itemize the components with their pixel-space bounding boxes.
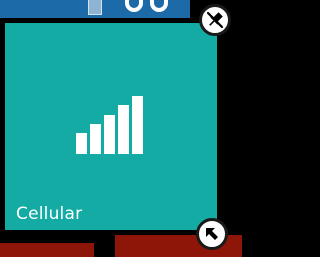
signal-bar: [76, 133, 87, 154]
resize-button[interactable]: [196, 218, 228, 250]
tile-cellular[interactable]: Cellular: [5, 23, 217, 230]
signal-bar: [90, 124, 101, 154]
partial-tile-bottom-left[interactable]: [0, 243, 94, 257]
signal-bar: [118, 105, 129, 154]
partial-tile-top-glyph: [88, 0, 102, 15]
partial-tile-top[interactable]: [0, 0, 190, 18]
signal-bar: [132, 96, 143, 154]
signal-bar: [104, 115, 115, 154]
unpin-button[interactable]: [199, 4, 231, 36]
partial-tile-top-digit: [150, 0, 168, 12]
resize-arrow-icon: [206, 228, 218, 240]
partial-tile-top-digit: [125, 0, 143, 12]
cellular-signal-icon: [76, 94, 146, 154]
tile-cellular-label: Cellular: [16, 204, 83, 224]
unpin-icon: [206, 11, 224, 29]
start-screen: Cellular: [0, 0, 242, 257]
